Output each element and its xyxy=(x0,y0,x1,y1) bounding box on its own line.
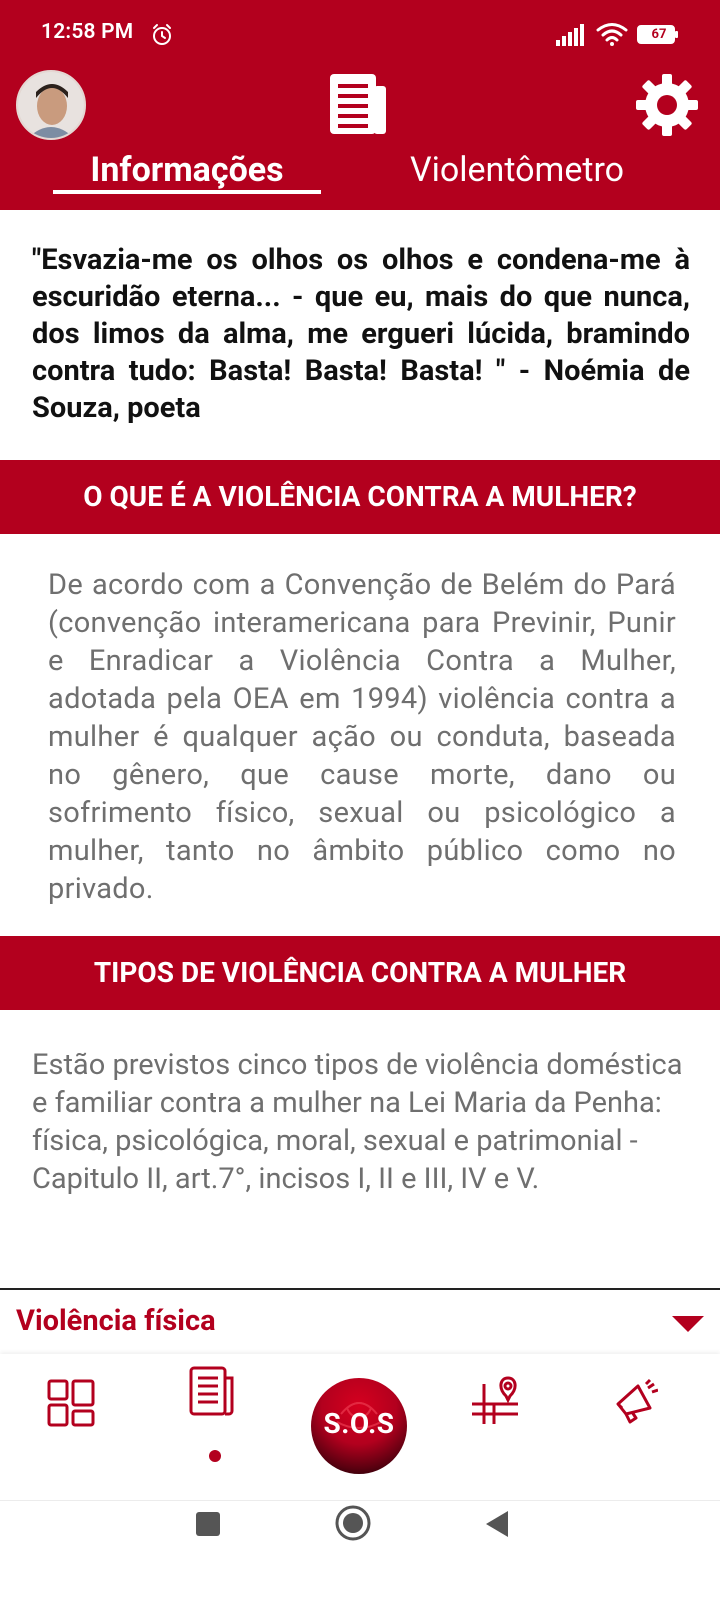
accordion-violencia-fisica[interactable]: Violência física xyxy=(0,1292,720,1354)
gear-icon[interactable] xyxy=(636,74,698,136)
section-body-types: Estão previstos cinco tipos de violência… xyxy=(32,1048,683,1196)
avatar[interactable] xyxy=(16,70,86,140)
map-pin-icon[interactable] xyxy=(470,1376,520,1426)
wifi-icon xyxy=(596,23,628,46)
section-body-what-is: De acordo com a Convenção de Belém do Pa… xyxy=(48,568,676,906)
active-tab-indicator xyxy=(53,190,321,194)
chevron-down-icon xyxy=(672,1316,704,1332)
home-button[interactable] xyxy=(334,1504,372,1542)
accordion-label: Violência física xyxy=(16,1304,216,1338)
system-navigation-bar xyxy=(0,1500,720,1601)
quote-text: "Esvazia-me os olhos os olhos e condena-… xyxy=(32,243,690,425)
signal-icon xyxy=(556,24,584,46)
divider xyxy=(0,1288,720,1290)
recents-button[interactable] xyxy=(195,1511,221,1537)
app-header: 12:58 PM 67 Informações Violentômetro xyxy=(0,0,720,210)
sos-label: S.O.S xyxy=(323,1407,395,1440)
tab-violentometro[interactable]: Violentômetro xyxy=(385,145,649,195)
news-icon[interactable] xyxy=(188,1366,236,1418)
active-nav-indicator xyxy=(209,1450,221,1462)
megaphone-icon[interactable] xyxy=(612,1378,658,1424)
battery-level: 67 xyxy=(651,27,667,42)
back-button[interactable] xyxy=(484,1509,510,1539)
section-title-what-is: O QUE É A VIOLÊNCIA CONTRA A MULHER? xyxy=(0,460,720,534)
dashboard-icon[interactable] xyxy=(47,1379,95,1427)
tab-informacoes[interactable]: Informações xyxy=(53,145,321,195)
alarm-icon xyxy=(153,24,171,45)
news-icon xyxy=(330,74,386,134)
sos-button[interactable]: S.O.S xyxy=(311,1378,407,1474)
status-time: 12:58 PM xyxy=(41,20,134,44)
section-title-types: TIPOS DE VIOLÊNCIA CONTRA A MULHER xyxy=(0,936,720,1010)
